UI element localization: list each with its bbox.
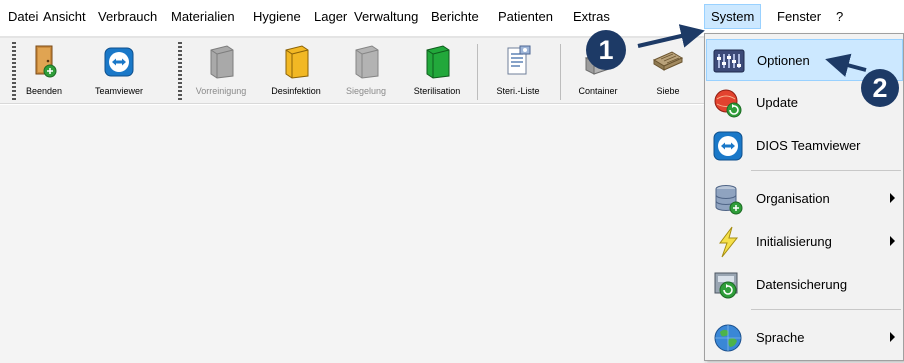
callout-badge-1: 1 [586,30,626,70]
annotation-arrow-2 [825,53,867,77]
callout-badge-2: 2 [861,69,899,107]
annotation-arrow-1 [637,24,705,48]
annotation-arrows [637,24,867,77]
